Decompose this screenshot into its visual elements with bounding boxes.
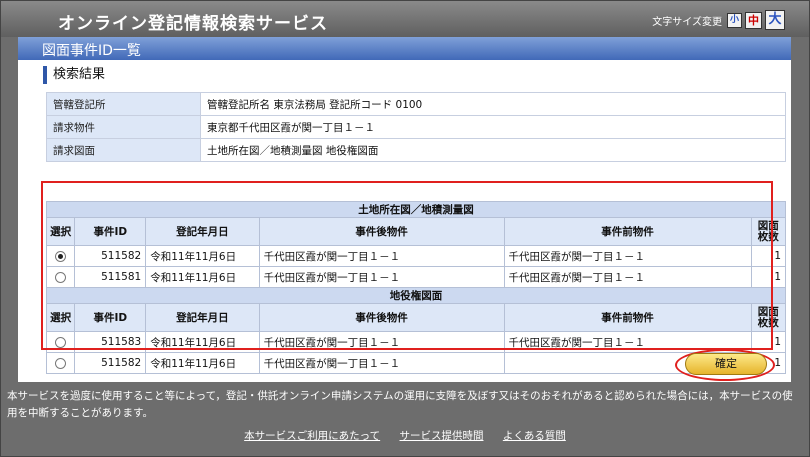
col-before: 事件前物件 [503, 303, 752, 332]
group-title-survey: 土地所在図／地積測量図 [46, 201, 786, 218]
before-cell: 千代田区霞が関一丁目１－１ [503, 266, 752, 288]
footer-link-faq[interactable]: よくある質問 [503, 430, 566, 442]
app-title: オンライン登記情報検索サービス [58, 14, 328, 34]
count-cell: 1 [750, 266, 787, 288]
row-select-radio[interactable] [55, 250, 67, 262]
footer-links: 本サービスご利用にあたって サービス提供時間 よくある質問 [1, 428, 809, 443]
row-select-radio[interactable] [55, 271, 67, 283]
date-cell: 令和11年11月6日 [145, 352, 260, 374]
count-cell: 1 [750, 331, 787, 353]
section-title: 図面事件ID一覧 [18, 37, 791, 60]
info-row: 請求図面 土地所在図／地積測量図 地役権図面 [46, 138, 786, 162]
col-count: 図面 枚数 [750, 217, 787, 246]
row-select-radio[interactable] [55, 336, 67, 348]
search-info-table: 管轄登記所 管轄登記所名 東京法務局 登記所コード 0100 請求物件 東京都千… [46, 92, 786, 162]
info-value: 土地所在図／地積測量図 地役権図面 [200, 138, 786, 162]
font-size-large-button[interactable]: 大 [765, 10, 785, 30]
info-value: 東京都千代田区霞が関一丁目１－１ [200, 115, 786, 139]
table-row: 511581 令和11年11月6日 千代田区霞が関一丁目１－１ 千代田区霞が関一… [45, 266, 787, 288]
col-select: 選択 [45, 303, 76, 332]
table-row: 511583 令和11年11月6日 千代田区霞が関一丁目１－１ 千代田区霞が関一… [45, 331, 787, 353]
col-count: 図面 枚数 [750, 303, 787, 332]
row-select-radio[interactable] [55, 357, 67, 369]
footer-link-terms[interactable]: 本サービスご利用にあたって [244, 430, 380, 442]
after-cell: 千代田区霞が関一丁目１－１ [258, 352, 505, 374]
col-case-id: 事件ID [74, 303, 147, 332]
case-id-cell: 511582 [74, 245, 147, 267]
results-table: 土地所在図／地積測量図 選択 事件ID 登記年月日 事件後物件 事件前物件 図面… [45, 201, 787, 374]
footer-link-hours[interactable]: サービス提供時間 [399, 430, 483, 442]
font-size-medium-button[interactable]: 中 [745, 11, 762, 29]
info-label: 請求物件 [46, 115, 201, 139]
info-label: 請求図面 [46, 138, 201, 162]
col-after: 事件後物件 [258, 303, 505, 332]
font-size-switcher: 文字サイズ変更 小 中 大 [652, 10, 785, 30]
col-case-id: 事件ID [74, 217, 147, 246]
info-label: 管轄登記所 [46, 92, 201, 116]
group-title-easement: 地役権図面 [46, 287, 786, 304]
font-size-small-button[interactable]: 小 [727, 12, 742, 28]
after-cell: 千代田区霞が関一丁目１－１ [258, 245, 505, 267]
after-cell: 千代田区霞が関一丁目１－１ [258, 331, 505, 353]
col-after: 事件後物件 [258, 217, 505, 246]
col-date: 登記年月日 [145, 217, 260, 246]
date-cell: 令和11年11月6日 [145, 266, 260, 288]
font-size-label: 文字サイズ変更 [652, 16, 722, 28]
results-heading: 検索結果 [43, 66, 105, 84]
col-select: 選択 [45, 217, 76, 246]
info-value: 管轄登記所名 東京法務局 登記所コード 0100 [200, 92, 786, 116]
date-cell: 令和11年11月6日 [145, 331, 260, 353]
case-id-cell: 511582 [74, 352, 147, 374]
title-bar: オンライン登記情報検索サービス 文字サイズ変更 小 中 大 [1, 1, 809, 37]
usage-notice: 本サービスを過度に使用すること等によって，登記・供託オンライン申請システムの運用… [7, 390, 793, 419]
after-cell: 千代田区霞が関一丁目１－１ [258, 266, 505, 288]
case-id-cell: 511581 [74, 266, 147, 288]
main-panel: 図面事件ID一覧 検索結果 管轄登記所 管轄登記所名 東京法務局 登記所コード … [18, 37, 791, 382]
date-cell: 令和11年11月6日 [145, 245, 260, 267]
info-row: 請求物件 東京都千代田区霞が関一丁目１－１ [46, 115, 786, 139]
table-header-row: 選択 事件ID 登記年月日 事件後物件 事件前物件 図面 枚数 [45, 217, 787, 246]
case-id-cell: 511583 [74, 331, 147, 353]
info-row: 管轄登記所 管轄登記所名 東京法務局 登記所コード 0100 [46, 92, 786, 116]
table-row: 511582 令和11年11月6日 千代田区霞が関一丁目１－１ 千代田区霞が関一… [45, 245, 787, 267]
before-cell: 千代田区霞が関一丁目１－１ [503, 245, 752, 267]
app-window: オンライン登記情報検索サービス 文字サイズ変更 小 中 大 図面事件ID一覧 検… [0, 0, 810, 457]
table-header-row: 選択 事件ID 登記年月日 事件後物件 事件前物件 図面 枚数 [45, 303, 787, 332]
confirm-button[interactable]: 確定 [685, 353, 767, 375]
col-before: 事件前物件 [503, 217, 752, 246]
col-date: 登記年月日 [145, 303, 260, 332]
count-cell: 1 [750, 245, 787, 267]
